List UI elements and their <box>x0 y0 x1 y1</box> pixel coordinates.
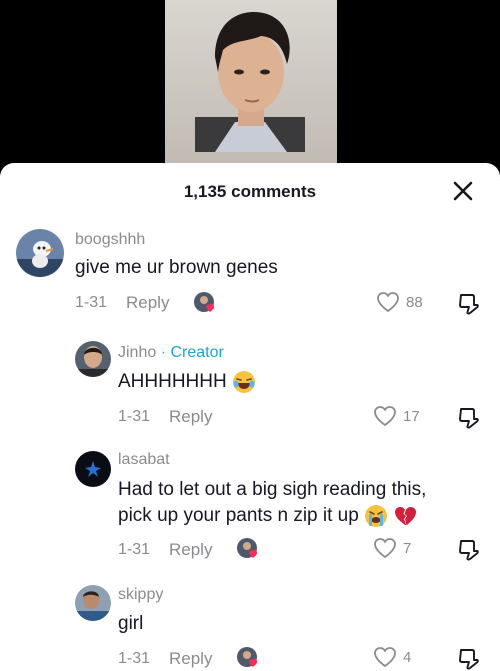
comment-date: 1-31 <box>118 541 151 558</box>
like-count: 7 <box>403 539 412 557</box>
comments-sheet: 1,135 comments boogshhh give me ur brown… <box>0 163 500 671</box>
comment-text: give me ur brown genes <box>75 257 278 278</box>
close-icon[interactable] <box>452 180 474 202</box>
comment-username[interactable]: lasabat <box>118 451 170 469</box>
heart-outline-icon <box>377 292 399 313</box>
dislike-icon[interactable] <box>456 292 480 316</box>
comment-date: 1-31 <box>118 650 151 667</box>
comment-text: AHHHHHHH <box>118 369 256 395</box>
like-count: 88 <box>406 293 423 311</box>
username-text[interactable]: Jinho <box>118 344 156 361</box>
dislike-icon[interactable] <box>456 647 480 671</box>
comment-item: skippy girl 1-31 Reply 4 <box>0 581 500 671</box>
comment-username[interactable]: boogshhh <box>75 231 145 249</box>
comment-text-content: pick up your pants n zip it up <box>118 505 359 526</box>
heart-outline-icon <box>374 406 396 427</box>
video-thumbnail[interactable] <box>165 0 337 175</box>
comment-text-content: AHHHHHHH <box>118 371 227 392</box>
comment-item: lasabat Had to let out a big sigh readin… <box>0 447 500 567</box>
reply-button[interactable]: Reply <box>169 540 212 560</box>
like-button[interactable]: 7 <box>373 537 411 559</box>
laughing-emoji-icon <box>233 370 256 393</box>
comment-item: Jinho · Creator AHHHHHHH 1-31 Reply 17 <box>0 333 500 433</box>
video-area[interactable] <box>0 0 500 175</box>
creator-liked-avatar-icon <box>237 538 257 558</box>
reply-button[interactable]: Reply <box>169 649 212 669</box>
like-button[interactable]: 17 <box>373 405 420 427</box>
heart-outline-icon <box>374 647 396 668</box>
comment-username[interactable]: Jinho · Creator <box>118 344 224 362</box>
like-button[interactable]: 4 <box>373 646 411 668</box>
creator-liked-avatar-icon <box>194 292 214 312</box>
sheet-header: 1,135 comments <box>0 163 500 219</box>
avatar[interactable] <box>75 585 111 621</box>
avatar[interactable] <box>75 341 111 377</box>
comment-item: boogshhh give me ur brown genes 1-31 Rep… <box>0 219 500 319</box>
comment-text: girl <box>118 613 144 634</box>
broken-heart-emoji-icon <box>395 506 417 526</box>
like-button[interactable]: 88 <box>376 291 423 313</box>
like-count: 17 <box>403 407 420 425</box>
creator-liked-avatar-icon <box>237 647 257 667</box>
separator-dot: · <box>160 344 167 361</box>
like-count: 4 <box>403 648 412 666</box>
person-illustration <box>195 11 305 152</box>
dislike-icon[interactable] <box>456 406 480 430</box>
comment-date: 1-31 <box>118 408 151 425</box>
comment-count: 1,135 comments <box>183 182 317 201</box>
crying-emoji-icon <box>365 504 388 527</box>
comment-text-line: Had to let out a big sigh reading this, <box>118 479 427 500</box>
comment-text: Had to let out a big sigh reading this, … <box>118 477 478 529</box>
reply-button[interactable]: Reply <box>169 407 212 427</box>
dislike-icon[interactable] <box>456 538 480 562</box>
comment-date: 1-31 <box>75 294 108 311</box>
avatar[interactable] <box>75 451 111 487</box>
reply-button[interactable]: Reply <box>126 293 169 313</box>
creator-badge: Creator <box>170 344 224 361</box>
avatar[interactable] <box>16 229 64 277</box>
comment-username[interactable]: skippy <box>118 586 163 604</box>
comment-text-line-2: pick up your pants n zip it up <box>118 503 478 529</box>
heart-outline-icon <box>374 538 396 559</box>
